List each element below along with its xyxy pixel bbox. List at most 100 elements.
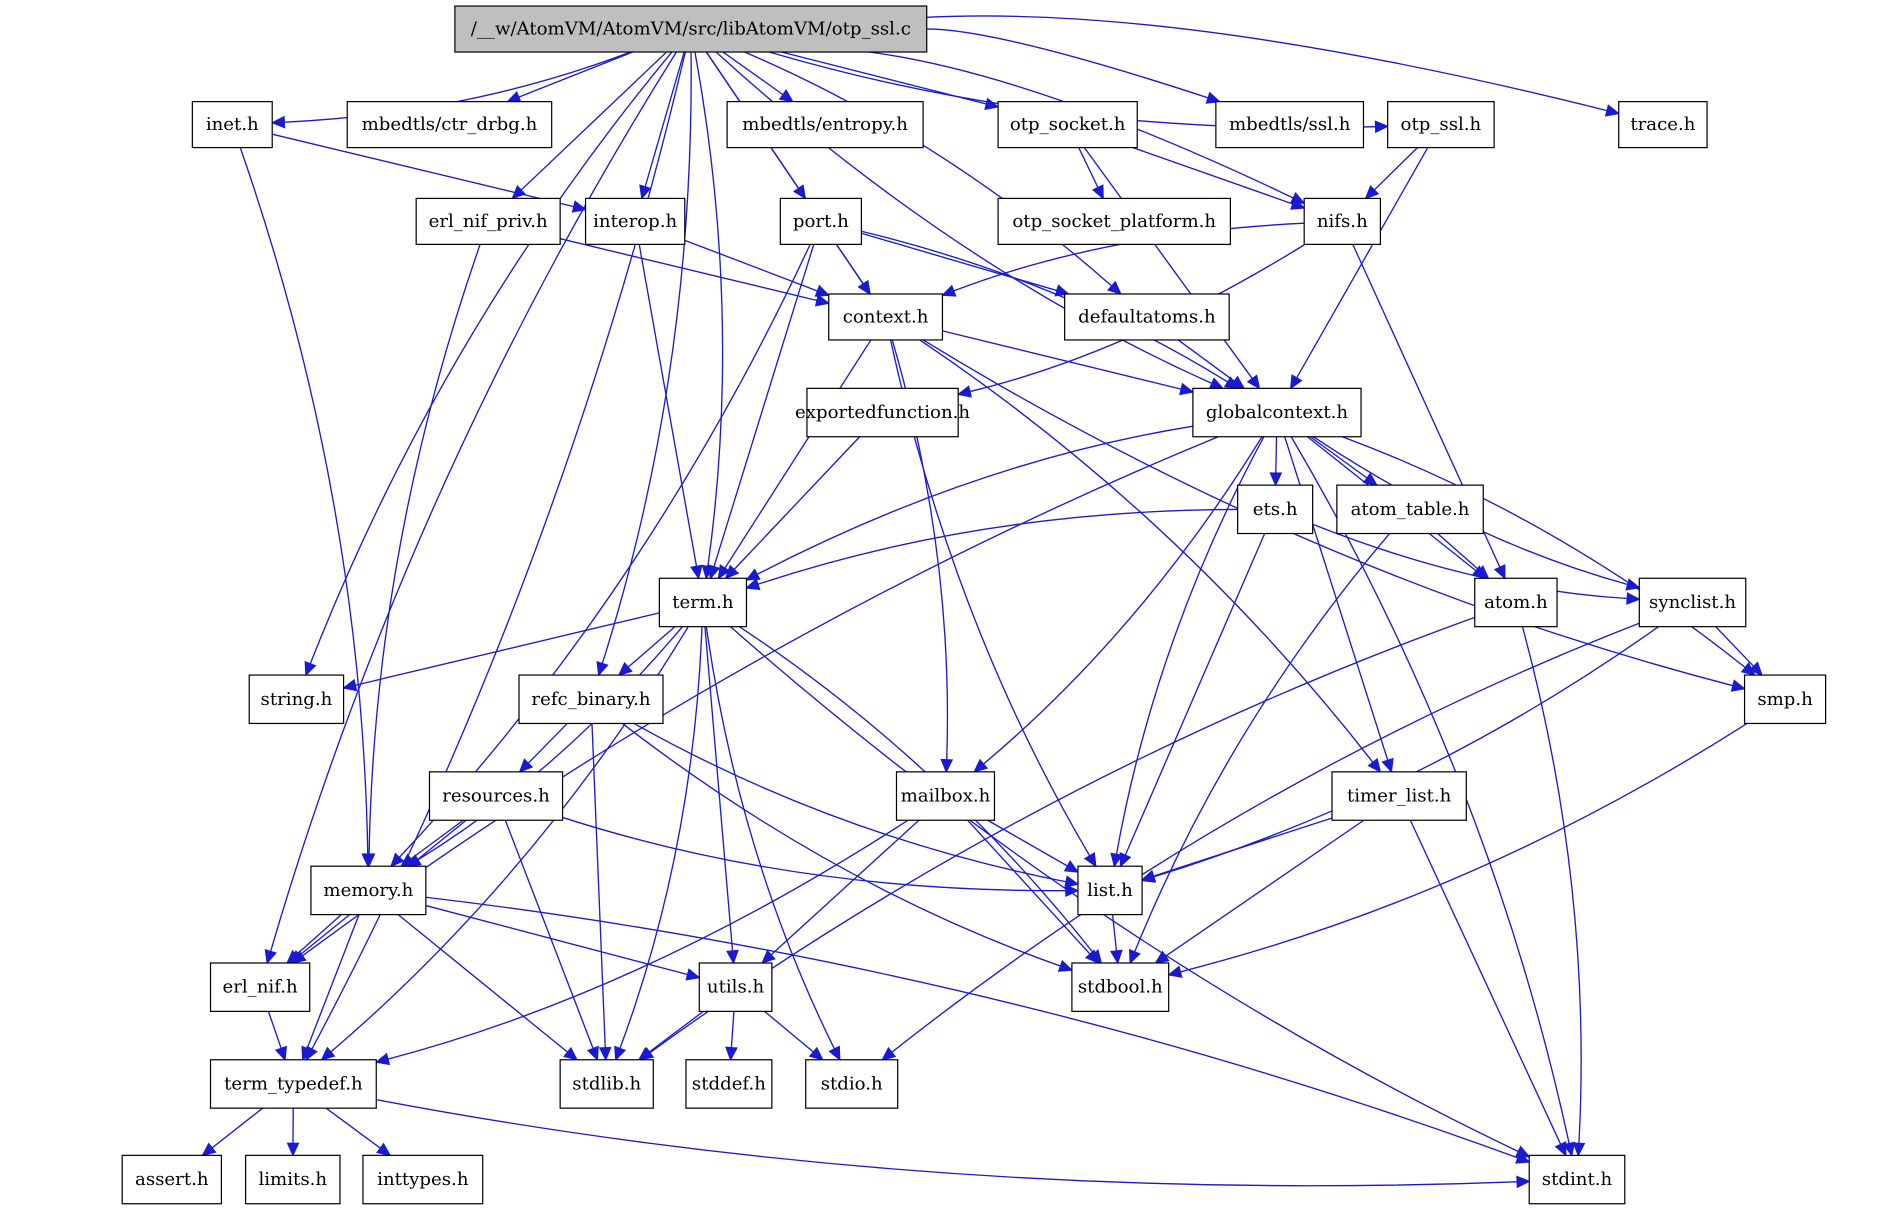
edge-line	[926, 15, 1608, 112]
node-erl-nif-priv-h[interactable]: erl_nif_priv.h	[415, 197, 561, 245]
node-utils-h[interactable]: utils.h	[698, 962, 773, 1012]
edge-line	[694, 51, 724, 567]
edge-term_typedef_h-to-limits_h	[286, 1108, 300, 1157]
edge-term_typedef_h-to-assert_h	[201, 1107, 264, 1157]
node-port-h[interactable]: port.h	[779, 197, 862, 245]
node-string-h[interactable]: string.h	[248, 674, 345, 725]
edge-refc_binary_h-to-list_h	[633, 722, 1080, 888]
arrowhead-icon	[201, 1142, 217, 1157]
node-label: list.h	[1087, 880, 1133, 901]
node-atom-h[interactable]: atom.h	[1474, 577, 1558, 628]
edge-erl_nif_h-to-term_typedef_h	[267, 1011, 287, 1062]
node-context-h[interactable]: context.h	[828, 293, 944, 341]
arrowhead-icon	[1154, 950, 1170, 964]
arrowhead-icon	[1129, 948, 1141, 965]
node-label: trace.h	[1630, 114, 1695, 135]
node-trace-h[interactable]: trace.h	[1618, 101, 1708, 149]
arrowhead-icon	[598, 1046, 612, 1062]
arrowhead-icon	[685, 968, 701, 981]
arrowhead-icon	[1057, 959, 1074, 972]
arrowhead-icon	[745, 568, 761, 581]
node-mbedtls-ssl-h[interactable]: mbedtls/ssl.h	[1215, 101, 1365, 149]
node-assert-h[interactable]: assert.h	[121, 1154, 223, 1205]
node-label: smp.h	[1757, 689, 1813, 710]
node-label: term.h	[672, 592, 734, 613]
arrowhead-icon	[1269, 472, 1283, 487]
edge-resources_h-to-memory_h	[399, 819, 464, 868]
arrowhead-icon	[726, 949, 739, 965]
edge-atom_table_h-to-stdbool_h	[1129, 533, 1391, 965]
node-mailbox-h[interactable]: mailbox.h	[895, 771, 996, 821]
arrowhead-icon	[320, 1046, 336, 1061]
node-otp-ssl-h[interactable]: otp_ssl.h	[1387, 101, 1495, 149]
node-entropy-h[interactable]: mbedtls/entropy.h	[726, 101, 924, 149]
node-label: synclist.h	[1649, 592, 1736, 613]
node-atom-table-h[interactable]: atom_table.h	[1336, 484, 1484, 535]
arrowhead-icon	[1246, 374, 1261, 390]
arrowhead-icon	[814, 284, 831, 297]
edge-line	[387, 819, 909, 1060]
edge-line	[1341, 436, 1746, 669]
node-list-h[interactable]: list.h	[1077, 865, 1143, 916]
node-inttypes-h[interactable]: inttypes.h	[362, 1154, 484, 1205]
node-ets-h[interactable]: ets.h	[1237, 484, 1314, 535]
edge-memory_h-to-stdint_h	[425, 896, 1531, 1164]
arrowhead-icon	[1516, 1175, 1531, 1189]
node-resources-h[interactable]: resources.h	[428, 771, 564, 821]
arrowhead-icon	[506, 91, 522, 103]
edge-interop_h-to-term_h	[638, 244, 703, 580]
node-label: inet.h	[206, 114, 259, 135]
edge-line	[368, 244, 481, 855]
node-globalcontext-h[interactable]: globalcontext.h	[1192, 387, 1362, 438]
node-stddef-h[interactable]: stddef.h	[685, 1059, 773, 1109]
arrowhead-icon	[563, 1046, 579, 1061]
arrowhead-icon	[808, 1046, 824, 1061]
node-otp-socket-h[interactable]: otp_socket.h	[997, 101, 1138, 149]
node-erl-nif-h[interactable]: erl_nif.h	[209, 962, 311, 1012]
arrowhead-icon	[1110, 949, 1123, 965]
node-stdlib-h[interactable]: stdlib.h	[559, 1059, 654, 1109]
edge-line	[1409, 819, 1562, 1145]
arrowhead-icon	[270, 115, 286, 129]
edge-line	[987, 819, 1068, 867]
edge-line	[649, 616, 1475, 1054]
node-timer-list-h[interactable]: timer_list.h	[1331, 771, 1467, 821]
edge-memory_h-to-term_typedef_h	[301, 914, 360, 1062]
node-otp-socket-platform-h[interactable]: otp_socket_platform.h	[997, 197, 1231, 245]
node-defaultatoms-h[interactable]: defaultatoms.h	[1064, 293, 1230, 341]
edge-otp_ssl_h-to-globalcontext_h	[1290, 147, 1429, 390]
node-label: memory.h	[323, 880, 413, 901]
node-limits-h[interactable]: limits.h	[244, 1154, 341, 1205]
node-inet-h[interactable]: inet.h	[191, 101, 273, 149]
arrowhead-icon	[956, 385, 973, 398]
edge-port_h-to-context_h	[835, 244, 871, 296]
node-label: erl_nif_priv.h	[429, 211, 548, 232]
node-term-typedef-h[interactable]: term_typedef.h	[209, 1059, 377, 1109]
node-stdint-h[interactable]: stdint.h	[1528, 1154, 1626, 1205]
node-term-h[interactable]: term.h	[658, 577, 748, 628]
node-refc-binary-h[interactable]: refc_binary.h	[518, 674, 664, 725]
node-exportedfunction-h[interactable]: exportedfunction.h	[795, 387, 970, 438]
edge-otp_ssl_c-to-ctr_drbg_h	[506, 51, 634, 103]
arrowhead-icon	[1208, 377, 1225, 389]
node-synclist-h[interactable]: synclist.h	[1638, 577, 1747, 628]
node-smp-h[interactable]: smp.h	[1743, 674, 1827, 725]
node-nifs-h[interactable]: nifs.h	[1303, 197, 1382, 245]
arrowhead-icon	[571, 200, 587, 213]
node-stdio-h[interactable]: stdio.h	[805, 1059, 899, 1109]
node-stdbool-h[interactable]: stdbool.h	[1071, 962, 1170, 1012]
edge-line	[267, 1011, 282, 1049]
edge-line	[1715, 626, 1755, 667]
node-interop-h[interactable]: interop.h	[584, 197, 686, 245]
edge-refc_binary_h-to-resources_h	[518, 722, 568, 773]
edge-memory_h-to-erl_nif_h	[286, 914, 342, 964]
node-label: string.h	[261, 689, 333, 710]
edge-line	[1177, 339, 1235, 382]
edge-line	[306, 914, 360, 1049]
node-otp-ssl-c[interactable]: /__w/AtomVM/AtomVM/src/libAtomVM/otp_ssl…	[454, 5, 928, 53]
node-ctr-drbg-h[interactable]: mbedtls/ctr_drbg.h	[346, 101, 553, 149]
node-memory-h[interactable]: memory.h	[310, 865, 427, 916]
edge-otp_ssl_c-to-mbedtls_ssl_h	[926, 28, 1221, 104]
edge-atom_table_h-to-atom_h	[1437, 533, 1490, 580]
arrowhead-icon	[1730, 679, 1746, 692]
